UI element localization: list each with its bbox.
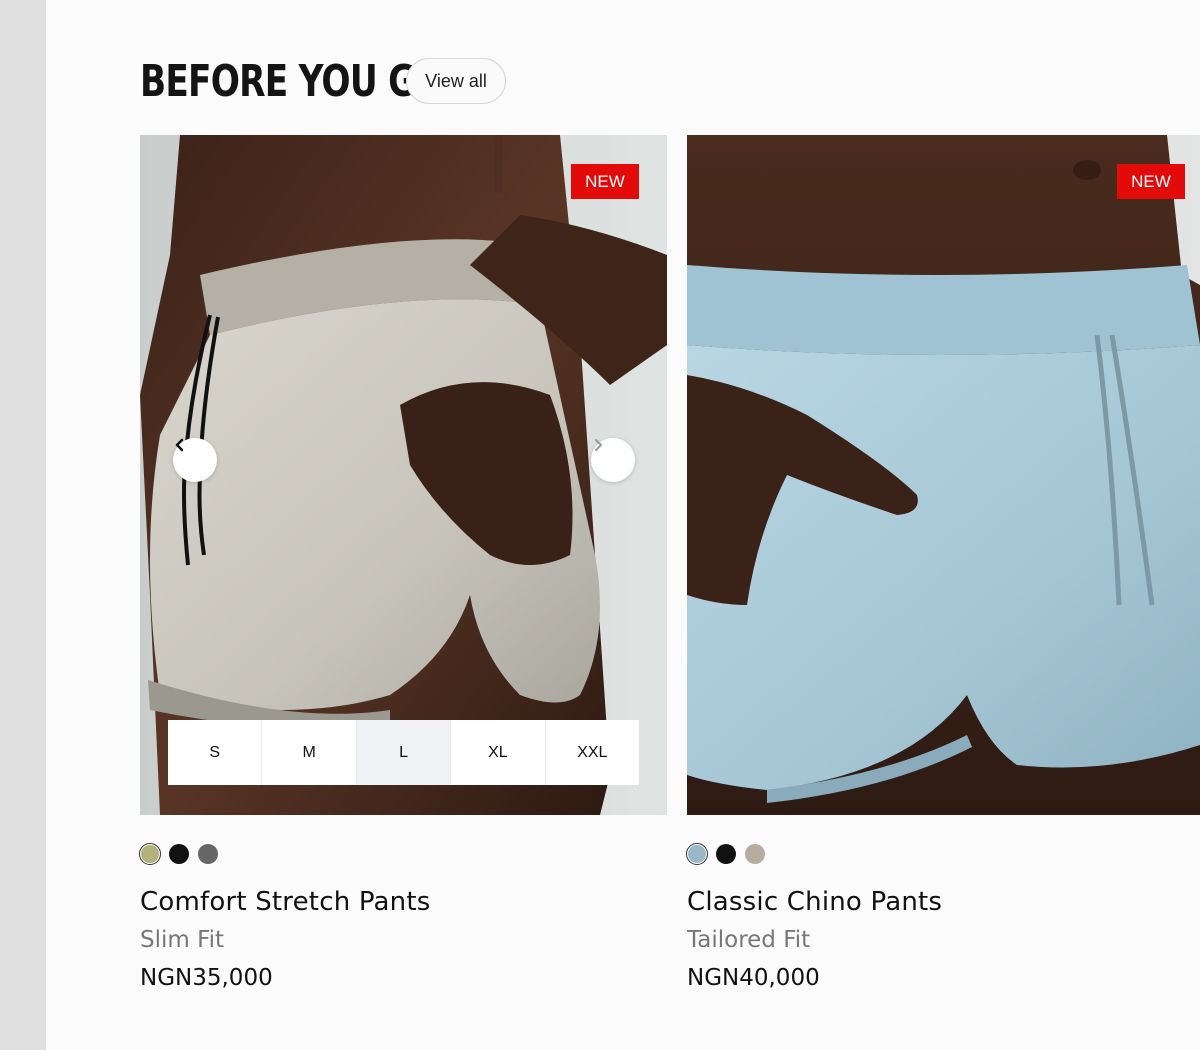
color-swatch[interactable] [169,844,189,864]
product-price: NGN40,000 [687,965,820,991]
chevron-right-icon [595,439,602,451]
color-swatch[interactable] [139,843,161,865]
product-image[interactable]: NEW [687,135,1200,815]
size-option-xl[interactable]: XL [451,720,546,785]
size-option-m[interactable]: M [262,720,357,785]
view-all-button[interactable]: View all [406,58,506,104]
product-image[interactable]: NEW S M L XL XXL [140,135,667,815]
product-name[interactable]: Classic Chino Pants [687,887,942,917]
product-name[interactable]: Comfort Stretch Pants [140,887,431,917]
left-rail [0,0,46,1050]
product-card[interactable]: NEW S M L XL XXL Comfort Stretch Pants S… [139,135,667,991]
size-option-l[interactable]: L [356,720,452,785]
product-fit: Tailored Fit [687,927,811,953]
size-selector: S M L XL XXL [168,720,639,785]
section-title: BEFORE YOU GO [140,56,445,107]
product-fit: Slim Fit [140,927,225,953]
light-blue-shorts-photo [687,135,1200,815]
size-option-s[interactable]: S [168,720,263,785]
size-option-xxl[interactable]: XXL [546,720,639,785]
color-swatch[interactable] [198,844,218,864]
color-swatch[interactable] [686,843,708,865]
previous-image-button[interactable] [173,438,217,482]
color-swatches [139,843,218,865]
color-swatch[interactable] [716,844,736,864]
beige-shorts-photo [140,135,667,815]
product-card[interactable]: NEW Classic Chino Pants Tailored Fit NGN… [686,135,1200,991]
new-badge: NEW [1117,164,1185,199]
color-swatches [686,843,765,865]
next-image-button[interactable] [591,438,635,482]
chevron-left-icon [175,438,184,452]
product-price: NGN35,000 [140,965,273,991]
color-swatch[interactable] [745,844,765,864]
new-badge: NEW [571,164,639,199]
